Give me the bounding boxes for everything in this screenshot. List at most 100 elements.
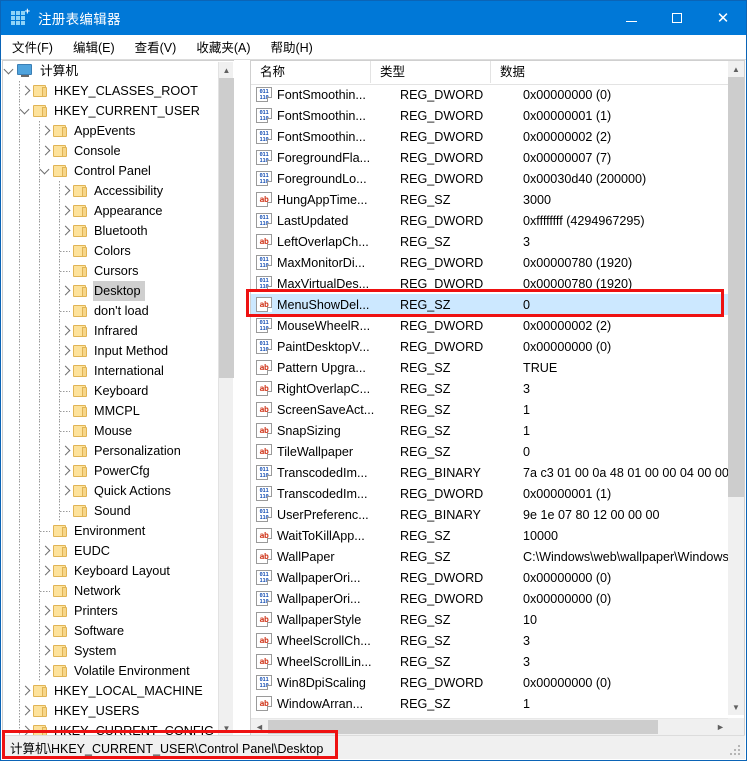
- chevron-right-icon[interactable]: [39, 641, 53, 661]
- tree-item-quick-actions[interactable]: Quick Actions: [3, 481, 218, 501]
- values-scroll-up-arrow[interactable]: ▲: [728, 61, 744, 77]
- value-row[interactable]: 011 110 PaintDesktopV... REG_DWORD 0x000000…: [251, 336, 729, 357]
- tree-item-hkey-classes-root[interactable]: HKEY_CLASSES_ROOT: [3, 81, 218, 101]
- value-row[interactable]: 011 110 WallpaperOri... REG_DWORD 0x0000000…: [251, 567, 729, 588]
- chevron-right-icon[interactable]: [39, 661, 53, 681]
- tree-item-hkey-current-user[interactable]: HKEY_CURRENT_USER: [3, 101, 218, 121]
- chevron-right-icon[interactable]: [39, 621, 53, 641]
- tree-vertical-scrollbar[interactable]: ▲ ▼: [218, 62, 234, 735]
- tree-item-keyboard-layout[interactable]: Keyboard Layout: [3, 561, 218, 581]
- close-button[interactable]: ✕: [700, 1, 746, 35]
- column-header-0[interactable]: 名称: [251, 61, 371, 83]
- values-scroll-left-arrow[interactable]: ◄: [251, 719, 268, 735]
- values-vertical-scrollbar[interactable]: ▲ ▼: [728, 61, 744, 715]
- value-row[interactable]: ab WheelScrollLin... REG_SZ 3: [251, 651, 729, 672]
- tree-item-volatile-environment[interactable]: Volatile Environment: [3, 661, 218, 681]
- value-row[interactable]: ab HungAppTime... REG_SZ 3000: [251, 189, 729, 210]
- chevron-right-icon[interactable]: [39, 561, 53, 581]
- tree-item-appearance[interactable]: Appearance: [3, 201, 218, 221]
- chevron-right-icon[interactable]: [59, 441, 73, 461]
- tree-item-desktop[interactable]: Desktop: [3, 281, 218, 301]
- minimize-button[interactable]: [608, 1, 654, 35]
- tree-item-cursors[interactable]: Cursors: [3, 261, 218, 281]
- tree-scroll-down-arrow[interactable]: ▼: [219, 720, 234, 735]
- menu-item-3[interactable]: 收藏夹(A): [187, 35, 259, 59]
- tree-item-network[interactable]: Network: [3, 581, 218, 601]
- values-horizontal-scrollbar[interactable]: ◄ ►: [251, 718, 729, 735]
- value-row[interactable]: 011 110 FontSmoothin... REG_DWORD 0x0000000…: [251, 105, 729, 126]
- chevron-right-icon[interactable]: [39, 141, 53, 161]
- tree-item-powercfg[interactable]: PowerCfg: [3, 461, 218, 481]
- chevron-down-icon[interactable]: [19, 101, 33, 121]
- value-row[interactable]: ab WaitToKillApp... REG_SZ 10000: [251, 525, 729, 546]
- value-row[interactable]: 011 110 MouseWheelR... REG_DWORD 0x00000002…: [251, 315, 729, 336]
- chevron-right-icon[interactable]: [19, 681, 33, 701]
- values-scroll-down-arrow[interactable]: ▼: [728, 699, 744, 715]
- tree-item-software[interactable]: Software: [3, 621, 218, 641]
- menu-item-1[interactable]: 编辑(E): [64, 35, 124, 59]
- tree-item-hkey-current-config[interactable]: HKEY_CURRENT_CONFIG: [3, 721, 218, 735]
- value-row[interactable]: 011 110 FontSmoothin... REG_DWORD 0x0000000…: [251, 84, 729, 105]
- tree-item-keyboard[interactable]: Keyboard: [3, 381, 218, 401]
- tree-item-don-t-load[interactable]: don't load: [3, 301, 218, 321]
- tree-item-console[interactable]: Console: [3, 141, 218, 161]
- value-row[interactable]: 011 110 LastUpdated REG_DWORD 0xffffffff (4…: [251, 210, 729, 231]
- chevron-right-icon[interactable]: [19, 81, 33, 101]
- tree-item-input-method[interactable]: Input Method: [3, 341, 218, 361]
- tree-item-hkey-local-machine[interactable]: HKEY_LOCAL_MACHINE: [3, 681, 218, 701]
- value-row[interactable]: 011 110 FontSmoothin... REG_DWORD 0x0000000…: [251, 126, 729, 147]
- value-row[interactable]: 011 110 TranscodedIm... REG_BINARY 7a c3 01…: [251, 462, 729, 483]
- chevron-right-icon[interactable]: [59, 181, 73, 201]
- tree-item-mmcpl[interactable]: MMCPL: [3, 401, 218, 421]
- tree-item-environment[interactable]: Environment: [3, 521, 218, 541]
- chevron-right-icon[interactable]: [59, 481, 73, 501]
- value-row[interactable]: ab WindowArran... REG_SZ 1: [251, 693, 729, 714]
- chevron-right-icon[interactable]: [59, 281, 73, 301]
- column-header-1[interactable]: 类型: [371, 61, 491, 83]
- menu-item-2[interactable]: 查看(V): [126, 35, 186, 59]
- chevron-right-icon[interactable]: [19, 721, 33, 735]
- chevron-right-icon[interactable]: [39, 121, 53, 141]
- tree-item-colors[interactable]: Colors: [3, 241, 218, 261]
- value-row[interactable]: 011 110 MaxMonitorDi... REG_DWORD 0x0000078…: [251, 252, 729, 273]
- tree-item-international[interactable]: International: [3, 361, 218, 381]
- maximize-button[interactable]: [654, 1, 700, 35]
- tree-item-hkey-users[interactable]: HKEY_USERS: [3, 701, 218, 721]
- values-scroll-right-arrow[interactable]: ►: [712, 719, 729, 735]
- values-scroll-thumb[interactable]: [728, 77, 744, 497]
- chevron-right-icon[interactable]: [39, 541, 53, 561]
- value-row[interactable]: 011 110 ForegroundFla... REG_DWORD 0x000000…: [251, 147, 729, 168]
- chevron-right-icon[interactable]: [59, 341, 73, 361]
- value-row[interactable]: ab MenuShowDel... REG_SZ 0: [251, 294, 729, 315]
- value-row[interactable]: 011 110 WallpaperOri... REG_DWORD 0x0000000…: [251, 588, 729, 609]
- chevron-down-icon[interactable]: [3, 61, 17, 81]
- tree-item-personalization[interactable]: Personalization: [3, 441, 218, 461]
- tree-scroll-thumb[interactable]: [219, 78, 234, 378]
- value-row[interactable]: ab LeftOverlapCh... REG_SZ 3: [251, 231, 729, 252]
- tree-item-system[interactable]: System: [3, 641, 218, 661]
- chevron-down-icon[interactable]: [39, 161, 53, 181]
- chevron-right-icon[interactable]: [59, 221, 73, 241]
- chevron-right-icon[interactable]: [59, 201, 73, 221]
- value-row[interactable]: ab Pattern Upgra... REG_SZ TRUE: [251, 357, 729, 378]
- tree-item-accessibility[interactable]: Accessibility: [3, 181, 218, 201]
- tree-item-sound[interactable]: Sound: [3, 501, 218, 521]
- chevron-right-icon[interactable]: [59, 321, 73, 341]
- tree-item-mouse[interactable]: Mouse: [3, 421, 218, 441]
- tree-item-printers[interactable]: Printers: [3, 601, 218, 621]
- tree-item--[interactable]: 计算机: [3, 61, 218, 81]
- resize-grip[interactable]: [730, 745, 741, 756]
- chevron-right-icon[interactable]: [59, 361, 73, 381]
- tree-item-appevents[interactable]: AppEvents: [3, 121, 218, 141]
- values-hscroll-thumb[interactable]: [268, 720, 658, 734]
- value-row[interactable]: ab RightOverlapC... REG_SZ 3: [251, 378, 729, 399]
- value-row[interactable]: 011 110 UserPreferenc... REG_BINARY 9e 1e 0…: [251, 504, 729, 525]
- value-row[interactable]: ab SnapSizing REG_SZ 1: [251, 420, 729, 441]
- value-row[interactable]: 011 110 Win8DpiScaling REG_DWORD 0x00000000…: [251, 672, 729, 693]
- value-row[interactable]: ab ScreenSaveAct... REG_SZ 1: [251, 399, 729, 420]
- value-row[interactable]: 011 110 TranscodedIm... REG_DWORD 0x0000000…: [251, 483, 729, 504]
- value-row[interactable]: 011 110 ForegroundLo... REG_DWORD 0x00030d4…: [251, 168, 729, 189]
- chevron-right-icon[interactable]: [39, 601, 53, 621]
- value-row[interactable]: 011 110 MaxVirtualDes... REG_DWORD 0x000007…: [251, 273, 729, 294]
- tree-item-bluetooth[interactable]: Bluetooth: [3, 221, 218, 241]
